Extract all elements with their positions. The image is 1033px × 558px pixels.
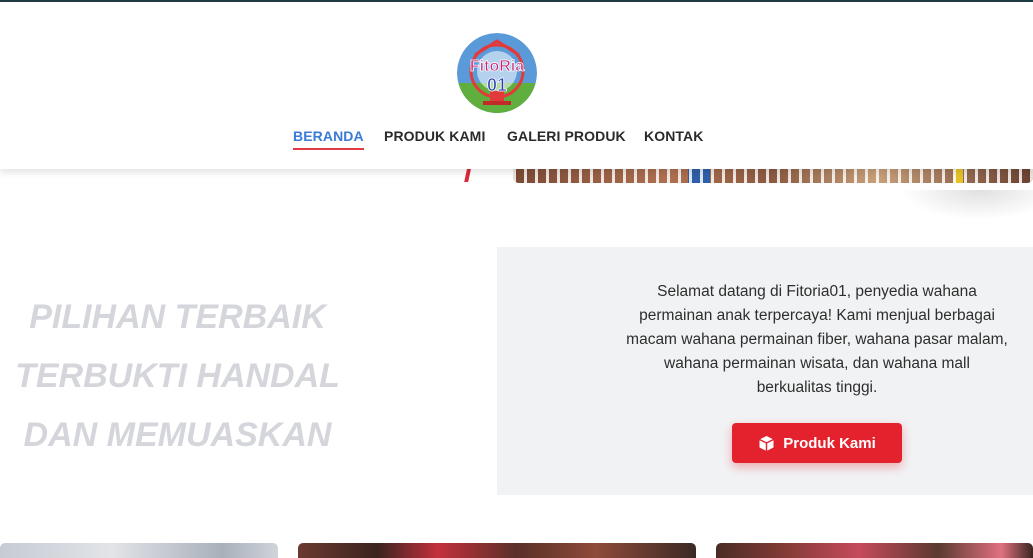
svg-text:01: 01 — [487, 75, 507, 95]
main-nav: BERANDA PRODUK KAMI GALERI PRODUK KONTAK — [0, 128, 1033, 152]
hero-image-shadow — [900, 190, 1033, 220]
box-icon — [758, 435, 775, 452]
welcome-text: Selamat datang di Fitoria01, penyedia wa… — [626, 283, 1008, 396]
gallery-thumbnail[interactable] — [298, 543, 696, 558]
gallery-thumbnail[interactable] — [0, 543, 278, 558]
produk-kami-button[interactable]: Produk Kami — [732, 423, 902, 463]
produk-kami-button-label: Produk Kami — [783, 434, 876, 452]
gallery-thumbnail[interactable] — [716, 543, 1033, 558]
tagline-line: DAN MEMUASKAN — [23, 416, 332, 454]
hero-tagline: PILIHAN TERBAIK TERBUKTI HANDAL DAN MEMU… — [0, 288, 355, 465]
nav-produk-kami[interactable]: PRODUK KAMI — [384, 128, 485, 144]
welcome-panel: Selamat datang di Fitoria01, penyedia wa… — [497, 247, 1033, 495]
site-header: FitoRia 01 BERANDA PRODUK KAMI GALERI PR… — [0, 2, 1033, 169]
tagline-line: PILIHAN TERBAIK — [29, 298, 326, 336]
tagline-line: TERBUKTI HANDAL — [15, 357, 340, 395]
nav-beranda[interactable]: BERANDA — [293, 128, 364, 150]
nav-kontak[interactable]: KONTAK — [644, 128, 703, 144]
svg-text:FitoRia: FitoRia — [470, 58, 524, 75]
nav-galeri-produk[interactable]: GALERI PRODUK — [507, 128, 626, 144]
brand-logo[interactable]: FitoRia 01 — [457, 33, 537, 113]
page: FitoRia 01 BERANDA PRODUK KAMI GALERI PR… — [0, 0, 1033, 558]
